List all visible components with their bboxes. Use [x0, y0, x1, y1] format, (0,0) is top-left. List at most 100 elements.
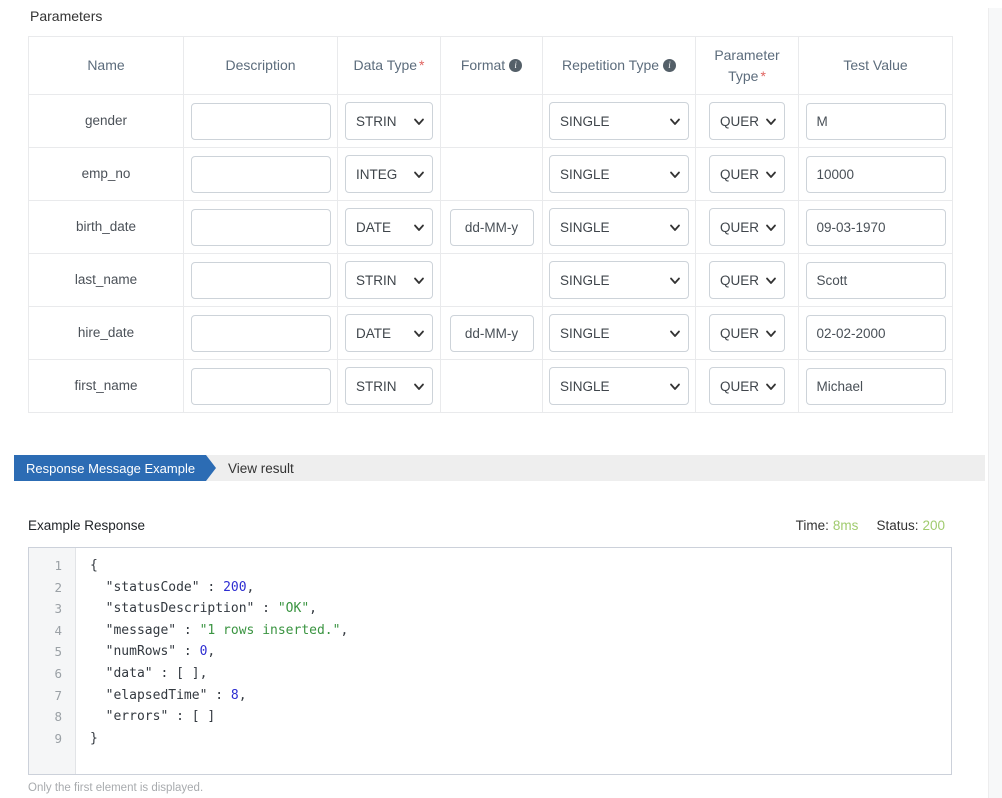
param-name-cell: first_name: [29, 360, 184, 413]
column-header-parameter-type: Parameter Type*: [696, 37, 799, 95]
repetition-type-select[interactable]: SINGLE: [549, 155, 689, 193]
description-input[interactable]: [191, 209, 331, 246]
description-cell: [184, 95, 338, 148]
format-cell: [441, 148, 543, 201]
description-cell: [184, 360, 338, 413]
data-type-cell: INTEG: [338, 148, 441, 201]
description-cell: [184, 201, 338, 254]
test-value-input[interactable]: [806, 262, 946, 299]
column-header-data-type: Data Type*: [338, 37, 441, 95]
test-value-input[interactable]: [806, 315, 946, 352]
repetition-type-cell: SINGLE: [543, 201, 696, 254]
column-header-test-value: Test Value: [799, 37, 953, 95]
response-code-block: 123456789 { "statusCode" : 200, "statusD…: [28, 547, 952, 775]
format-input[interactable]: [450, 315, 534, 352]
result-bar: Response Message Example View result: [14, 455, 985, 481]
test-value-input[interactable]: [806, 103, 946, 140]
param-name: gender: [85, 113, 127, 128]
param-name-cell: birth_date: [29, 201, 184, 254]
test-value-cell: [799, 201, 953, 254]
required-asterisk: *: [419, 57, 424, 73]
data-type-select[interactable]: STRIN: [345, 367, 433, 405]
parameter-type-select[interactable]: QUER: [709, 367, 785, 405]
parameters-table: Name Description Data Type* Formati Repe…: [28, 36, 953, 413]
parameter-type-select[interactable]: QUER: [709, 314, 785, 352]
info-icon[interactable]: i: [663, 59, 676, 72]
parameter-type-cell: QUER: [696, 201, 799, 254]
parameter-type-cell: QUER: [696, 254, 799, 307]
format-cell: [441, 307, 543, 360]
data-type-cell: STRIN: [338, 254, 441, 307]
test-value-input[interactable]: [806, 156, 946, 193]
description-cell: [184, 254, 338, 307]
test-value-cell: [799, 360, 953, 413]
line-number-gutter: 123456789: [29, 548, 76, 774]
data-type-cell: DATE: [338, 201, 441, 254]
repetition-type-select[interactable]: SINGLE: [549, 208, 689, 246]
view-result-label: View result: [228, 461, 294, 476]
parameter-type-select[interactable]: QUER: [709, 261, 785, 299]
column-header-description: Description: [184, 37, 338, 95]
column-header-name: Name: [29, 37, 184, 95]
param-name: last_name: [75, 272, 137, 287]
parameter-type-select[interactable]: QUER: [709, 102, 785, 140]
data-type-select[interactable]: INTEG: [345, 155, 433, 193]
parameter-type-select[interactable]: QUER: [709, 155, 785, 193]
data-type-select[interactable]: DATE: [345, 208, 433, 246]
response-meta: Time:8ms Status:200: [796, 518, 945, 533]
table-row: emp_no INTEG SINGLE QUER: [29, 148, 953, 201]
parameter-type-cell: QUER: [696, 95, 799, 148]
status-metric: Status:200: [876, 518, 945, 533]
example-response-title: Example Response: [28, 518, 145, 533]
info-icon[interactable]: i: [509, 59, 522, 72]
data-type-select[interactable]: DATE: [345, 314, 433, 352]
test-value-input[interactable]: [806, 368, 946, 405]
vertical-scrollbar[interactable]: [988, 8, 1002, 798]
data-type-select[interactable]: STRIN: [345, 102, 433, 140]
code-content: { "statusCode" : 200, "statusDescription…: [76, 548, 348, 774]
time-value: 8ms: [833, 518, 859, 533]
test-value-cell: [799, 254, 953, 307]
description-input[interactable]: [191, 103, 331, 140]
data-type-cell: STRIN: [338, 360, 441, 413]
repetition-type-select[interactable]: SINGLE: [549, 367, 689, 405]
format-input[interactable]: [450, 209, 534, 246]
repetition-type-select[interactable]: SINGLE: [549, 102, 689, 140]
description-input[interactable]: [191, 262, 331, 299]
repetition-type-cell: SINGLE: [543, 148, 696, 201]
repetition-type-cell: SINGLE: [543, 254, 696, 307]
params-tbody: gender STRIN SINGLE QUER emp_no INTEG SI…: [29, 95, 953, 413]
page-title: Parameters: [30, 8, 1002, 24]
footnote: Only the first element is displayed.: [28, 782, 1002, 794]
format-cell: [441, 360, 543, 413]
param-name-cell: gender: [29, 95, 184, 148]
test-value-cell: [799, 148, 953, 201]
parameter-type-cell: QUER: [696, 148, 799, 201]
data-type-select[interactable]: STRIN: [345, 261, 433, 299]
description-input[interactable]: [191, 368, 331, 405]
description-input[interactable]: [191, 156, 331, 193]
test-value-cell: [799, 307, 953, 360]
repetition-type-select[interactable]: SINGLE: [549, 261, 689, 299]
table-row: first_name STRIN SINGLE QUER: [29, 360, 953, 413]
test-value-input[interactable]: [806, 209, 946, 246]
description-cell: [184, 148, 338, 201]
table-row: hire_date DATE SINGLE QUER: [29, 307, 953, 360]
parameter-type-select[interactable]: QUER: [709, 208, 785, 246]
parameter-type-cell: QUER: [696, 307, 799, 360]
param-name: hire_date: [78, 325, 134, 340]
table-row: birth_date DATE SINGLE QUER: [29, 201, 953, 254]
param-name: emp_no: [82, 166, 131, 181]
table-row: last_name STRIN SINGLE QUER: [29, 254, 953, 307]
repetition-type-cell: SINGLE: [543, 360, 696, 413]
description-input[interactable]: [191, 315, 331, 352]
repetition-type-cell: SINGLE: [543, 307, 696, 360]
tab-response-message-example[interactable]: Response Message Example: [14, 455, 216, 481]
data-type-cell: STRIN: [338, 95, 441, 148]
description-cell: [184, 307, 338, 360]
status-value: 200: [922, 518, 945, 533]
time-metric: Time:8ms: [796, 518, 859, 533]
param-name-cell: last_name: [29, 254, 184, 307]
data-type-cell: DATE: [338, 307, 441, 360]
repetition-type-select[interactable]: SINGLE: [549, 314, 689, 352]
